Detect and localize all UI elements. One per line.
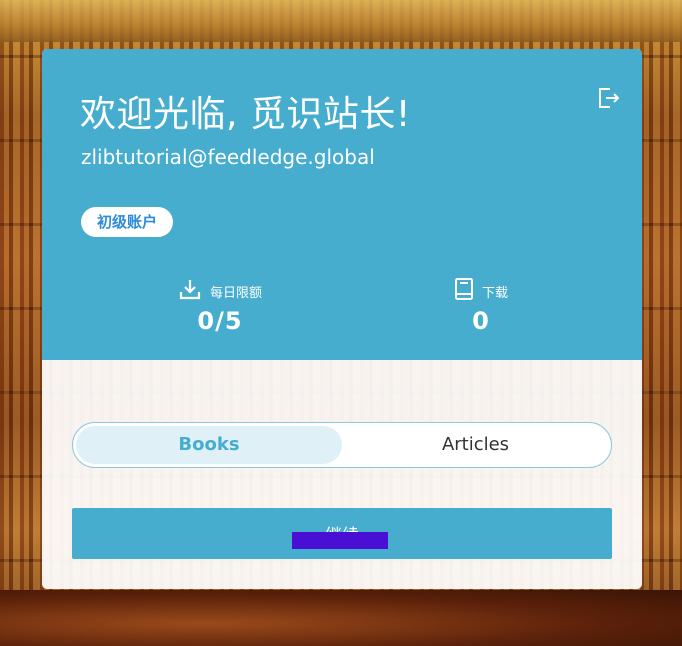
logout-icon[interactable] — [596, 86, 620, 110]
account-level-badge: 初级账户 — [81, 207, 174, 237]
daily-limit-label: 每日限额 — [209, 285, 262, 301]
content-type-tabs: Books Articles — [72, 422, 612, 468]
welcome-title: 欢迎光临, 觅识站长! — [80, 94, 411, 135]
book-icon — [454, 277, 474, 305]
account-header: 欢迎光临, 觅识站长! zlibtutorial@feedledge.globa… — [42, 49, 642, 360]
background-leather-sofa — [0, 590, 682, 646]
daily-limit-value: 0/5 — [197, 307, 243, 335]
tab-articles[interactable]: Articles — [343, 426, 608, 464]
user-email: zlibtutorial@feedledge.global — [81, 145, 375, 169]
daily-limit-stat: 每日限额 0/5 — [120, 279, 320, 335]
tab-books[interactable]: Books — [76, 426, 342, 464]
background-top-shelf — [0, 0, 682, 42]
account-card: 欢迎光临, 觅识站长! zlibtutorial@feedledge.globa… — [42, 49, 642, 589]
downloads-value: 0 — [472, 307, 490, 335]
redaction-bar — [292, 532, 388, 549]
continue-button[interactable]: 继续 — [72, 508, 612, 559]
downloads-stat: 下载 0 — [381, 277, 581, 335]
downloads-label: 下载 — [481, 285, 508, 301]
download-icon — [178, 277, 202, 305]
